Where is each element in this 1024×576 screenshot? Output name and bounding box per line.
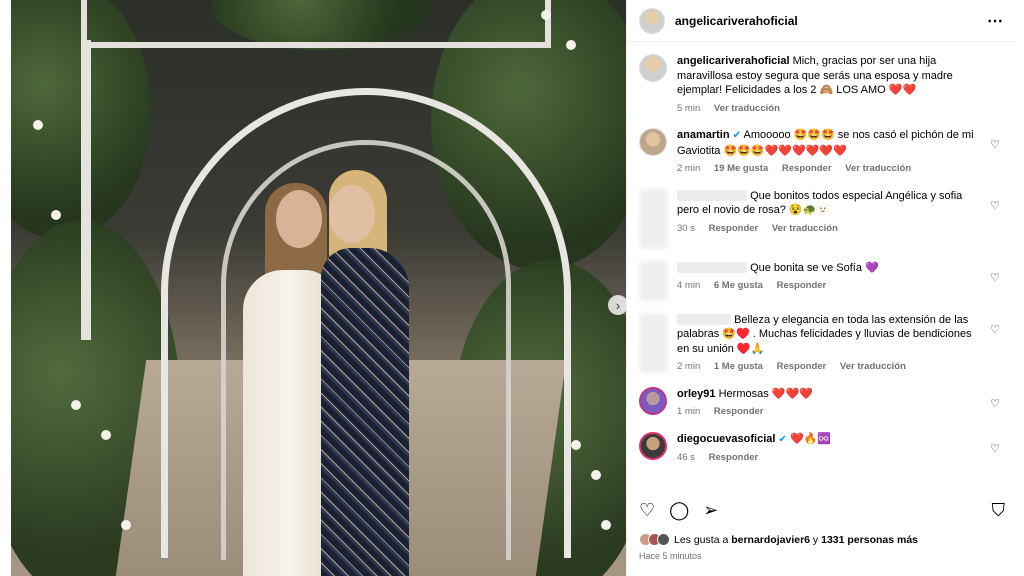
- chevron-right-icon: ›: [615, 297, 621, 313]
- liker-username[interactable]: bernardojavier6: [731, 534, 810, 546]
- mother-lace-dress: [321, 248, 409, 576]
- list-item: Belleza y elegancia en toda las extensió…: [639, 312, 1004, 375]
- mother-face: [329, 185, 375, 243]
- comments-list[interactable]: angelicariverahoficial Mich, gracias por…: [627, 42, 1016, 490]
- next-photo-button[interactable]: ›: [608, 295, 626, 315]
- more-options-icon[interactable]: ⋯: [987, 11, 1004, 31]
- comment-likes[interactable]: 19 Me gusta: [714, 163, 768, 174]
- caption-comment: angelicariverahoficial Mich, gracias por…: [639, 54, 1004, 116]
- translate-link[interactable]: Ver traducción: [840, 361, 906, 372]
- comment-text: ❤️🔥♾️: [789, 432, 832, 445]
- comment-time: 4 min: [677, 280, 701, 291]
- like-comment-icon[interactable]: ♡: [990, 271, 1000, 284]
- list-item: Que bonitos todos especial Angélica y so…: [639, 188, 1004, 249]
- comment-username[interactable]: orley91: [677, 388, 716, 400]
- blurred-avatar: [639, 312, 667, 373]
- blurred-username: [677, 262, 747, 274]
- post-header: angelicariverahoficial ⋯: [627, 0, 1016, 42]
- post-side-panel: angelicariverahoficial ⋯ angelicariverah…: [626, 0, 1016, 576]
- instagram-post-view: › angelicariverahoficial ⋯ angelicariver…: [0, 0, 1024, 576]
- comment-avatar[interactable]: [639, 128, 667, 156]
- blurred-avatar: [639, 260, 667, 301]
- comment-text: Que bonita se ve Sofía 💜: [750, 261, 879, 274]
- post-timestamp: Hace 5 minutos: [639, 551, 702, 561]
- comment-likes[interactable]: 6 Me gusta: [714, 280, 763, 291]
- verified-badge-icon: ✔: [732, 130, 742, 141]
- likes-middle: y: [810, 533, 822, 546]
- comment-avatar[interactable]: [639, 386, 667, 415]
- translate-link[interactable]: Ver traducción: [845, 163, 911, 174]
- comment-avatar[interactable]: [639, 431, 667, 460]
- reply-button[interactable]: Responder: [777, 361, 827, 372]
- post-actions-bar: ♡ ◯ ➢ ⛉: [627, 497, 1017, 523]
- blurred-avatar: [639, 188, 667, 249]
- comment-username[interactable]: angelicariverahoficial: [677, 55, 790, 67]
- like-comment-icon[interactable]: ♡: [990, 138, 1000, 151]
- list-item: diegocuevasoficial ✔ ❤️🔥♾️ 46 s Responde…: [639, 431, 1004, 466]
- list-item: Que bonita se ve Sofía 💜 4 min 6 Me gust…: [639, 260, 1004, 301]
- translate-link[interactable]: Ver traducción: [714, 103, 780, 114]
- pergola-frame: [81, 0, 551, 48]
- likes-count[interactable]: 1331 personas más: [821, 534, 918, 546]
- reply-button[interactable]: Responder: [709, 452, 759, 463]
- comment-time: 1 min: [677, 406, 701, 417]
- post-photo[interactable]: ›: [11, 0, 626, 576]
- comment-time: 5 min: [677, 102, 701, 114]
- comment-username[interactable]: diegocuevasoficial: [677, 433, 775, 445]
- comment-time: 2 min: [677, 163, 701, 174]
- comment-text: Hermosas ❤️❤️❤️: [718, 387, 813, 400]
- caption-avatar[interactable]: [639, 54, 667, 82]
- like-comment-icon[interactable]: ♡: [990, 397, 1000, 410]
- comment-icon[interactable]: ◯: [669, 500, 689, 521]
- reply-button[interactable]: Responder: [714, 406, 764, 417]
- author-avatar[interactable]: [639, 7, 665, 34]
- likes-prefix: Les gusta a: [674, 533, 732, 546]
- like-comment-icon[interactable]: ♡: [990, 199, 1000, 212]
- blurred-username: [677, 314, 731, 326]
- likes-summary[interactable]: Les gusta a bernardojavier6 y 1331 perso…: [639, 533, 918, 546]
- bookmark-icon[interactable]: ⛉: [992, 500, 1006, 521]
- comment-username[interactable]: anamartin: [677, 129, 730, 141]
- liker-avatar: [657, 533, 670, 546]
- list-item: anamartin ✔ Amooooo 🤩🤩🤩 se nos casó el p…: [639, 128, 1004, 177]
- comment-time: 30 s: [677, 222, 695, 234]
- verified-badge-icon: ✔: [778, 433, 787, 445]
- bride-face: [276, 190, 322, 248]
- reply-button[interactable]: Responder: [709, 223, 759, 234]
- like-comment-icon[interactable]: ♡: [990, 442, 1000, 455]
- author-username[interactable]: angelicariverahoficial: [675, 14, 798, 28]
- translate-link[interactable]: Ver traducción: [772, 223, 838, 234]
- comment-time: 46 s: [677, 452, 695, 463]
- heart-icon[interactable]: ♡: [639, 500, 655, 521]
- reply-button[interactable]: Responder: [782, 163, 832, 174]
- blurred-username: [677, 190, 747, 202]
- comment-time: 2 min: [677, 361, 701, 372]
- reply-button[interactable]: Responder: [777, 280, 827, 291]
- comment-likes[interactable]: 1 Me gusta: [714, 361, 763, 372]
- like-comment-icon[interactable]: ♡: [990, 323, 1000, 336]
- list-item: orley91 Hermosas ❤️❤️❤️ 1 min Responder …: [639, 386, 1004, 420]
- pergola-post: [81, 40, 91, 340]
- share-icon[interactable]: ➢: [703, 500, 718, 521]
